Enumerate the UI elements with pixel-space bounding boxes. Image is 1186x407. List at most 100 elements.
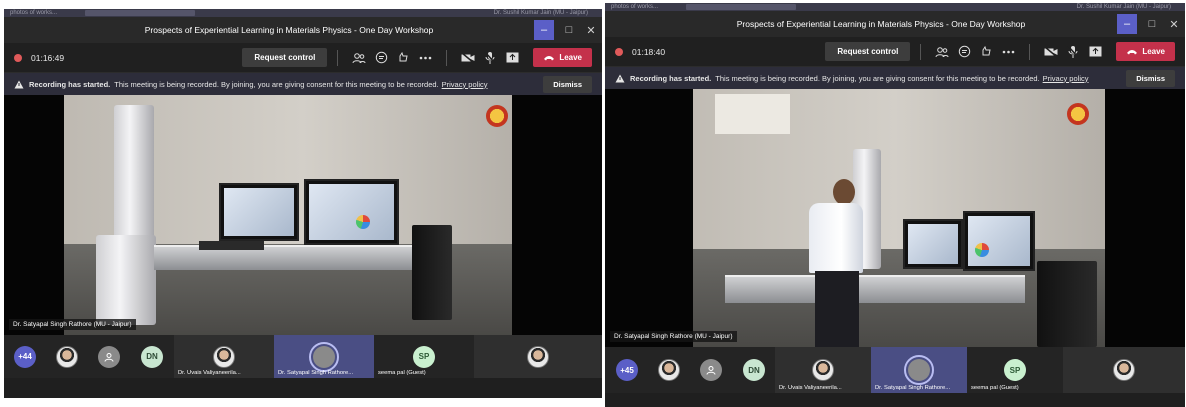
more-options-icon[interactable]: [997, 50, 1019, 54]
request-control-button[interactable]: Request control: [825, 42, 911, 61]
mic-off-icon[interactable]: [1062, 45, 1084, 58]
monitor-right: [963, 211, 1035, 271]
people-icon[interactable]: [348, 52, 370, 64]
avatar: [700, 359, 722, 381]
avatar: [658, 359, 680, 381]
camera-off-icon[interactable]: [1040, 46, 1062, 57]
warning-icon: [615, 74, 625, 82]
computer-tower: [412, 225, 452, 320]
participant-count-tile[interactable]: +44: [4, 335, 46, 378]
speaking-ring: [904, 355, 934, 385]
monitor-left: [903, 219, 963, 269]
leave-label: Leave: [1142, 47, 1165, 56]
chat-icon[interactable]: [953, 45, 975, 58]
os-tab[interactable]: photos of works...: [10, 10, 57, 16]
maximize-button[interactable]: □: [558, 17, 580, 43]
phone-hangup-icon: [544, 55, 555, 60]
participant-name: Dr. Satyapal Singh Rathore...: [875, 385, 951, 391]
avatar-initials: SP: [413, 345, 435, 368]
presenter-shirt: [809, 203, 863, 273]
video-right-black: [1105, 89, 1185, 347]
reactions-icon[interactable]: [392, 51, 414, 64]
avatar: [908, 359, 930, 381]
meeting-title: Prospects of Experiential Learning in Ma…: [144, 25, 434, 35]
people-icon[interactable]: [931, 46, 953, 58]
avatar: [56, 345, 78, 368]
minimize-button[interactable]: –: [534, 20, 554, 40]
presenter-head: [833, 179, 855, 205]
warning-icon: [14, 80, 24, 88]
participant-roster: +45 DN Dr. Uvais Valiyaneerila... Dr. Sa…: [605, 347, 1185, 393]
participant-tile[interactable]: Dr. Uvais Valiyaneerila...: [775, 347, 871, 393]
participant-name: Dr. Uvais Valiyaneerila...: [779, 385, 842, 391]
participant-name: Dr. Uvais Valiyaneerila...: [178, 370, 241, 376]
share-screen-icon[interactable]: [1084, 46, 1106, 57]
meeting-timer: 01:16:49: [31, 52, 65, 63]
participant-tile[interactable]: [88, 335, 130, 378]
avatar-initials: SP: [1004, 359, 1026, 381]
dismiss-button[interactable]: Dismiss: [1126, 69, 1175, 87]
participant-count: +44: [14, 345, 36, 368]
participant-name: seema pal (Guest): [971, 385, 1019, 391]
reactions-icon[interactable]: [975, 45, 997, 58]
avatar-initials: DN: [141, 345, 163, 368]
maximize-button[interactable]: □: [1141, 11, 1163, 37]
mic-off-icon[interactable]: [479, 51, 501, 64]
avatar: [527, 345, 549, 368]
privacy-policy-link[interactable]: Privacy policy: [442, 80, 488, 89]
participant-tile[interactable]: [474, 335, 602, 378]
os-tab[interactable]: photos of works...: [611, 4, 658, 10]
wall-poster: [715, 94, 790, 134]
recording-banner: Recording has started. This meeting is b…: [4, 73, 602, 95]
participant-tile-active[interactable]: Dr. Satyapal Singh Rathore...: [871, 347, 967, 393]
participant-tile[interactable]: DN: [130, 335, 174, 378]
banner-title: Recording has started.: [630, 73, 712, 83]
avatar: [213, 345, 235, 368]
privacy-policy-link[interactable]: Privacy policy: [1043, 74, 1089, 83]
minimize-button[interactable]: –: [1117, 14, 1137, 34]
teams-window-left: photos of works... Dr. Sushil Kumar Jain…: [4, 9, 602, 398]
participant-tile[interactable]: SP seema pal (Guest): [967, 347, 1063, 393]
video-left-black: [4, 95, 64, 335]
participant-count-tile[interactable]: +45: [605, 347, 649, 393]
os-taskbar-strip: photos of works... Dr. Sushil Kumar Jain…: [4, 9, 602, 17]
monitor-left: [219, 183, 299, 241]
lab-counter: [154, 245, 434, 270]
close-button[interactable]: ✕: [1163, 11, 1185, 37]
participant-tile-active[interactable]: Dr. Satyapal Singh Rathore...: [274, 335, 374, 378]
participant-tile[interactable]: DN: [733, 347, 775, 393]
avatar: [98, 345, 120, 368]
video-stage: Dr. Satyapal Singh Rathore (MU - Jaipur)…: [605, 89, 1185, 393]
share-screen-icon[interactable]: [501, 52, 523, 63]
os-search-box[interactable]: [85, 10, 196, 16]
meeting-controls: 01:16:49 Request control Leave: [4, 43, 602, 73]
leave-label: Leave: [559, 53, 582, 62]
leave-button[interactable]: Leave: [533, 48, 592, 67]
banner-title: Recording has started.: [29, 79, 111, 89]
dismiss-button[interactable]: Dismiss: [543, 75, 592, 93]
leave-button[interactable]: Leave: [1116, 42, 1175, 61]
monitor-right: [304, 179, 399, 245]
camera-off-icon[interactable]: [457, 52, 479, 63]
divider: [920, 43, 922, 60]
speaker-video: Dr. Satyapal Singh Rathore (MU - Jaipur): [4, 95, 602, 335]
chat-icon[interactable]: [370, 51, 392, 64]
request-control-button[interactable]: Request control: [242, 48, 328, 67]
avatar: [313, 345, 335, 368]
speaker-name-tag: Dr. Satyapal Singh Rathore (MU - Jaipur): [610, 331, 737, 342]
monitor-pie-chart: [356, 215, 370, 229]
recording-indicator-icon: [615, 47, 623, 56]
participant-tile[interactable]: [689, 347, 733, 393]
close-button[interactable]: ✕: [580, 17, 602, 43]
divider: [1029, 43, 1031, 60]
speaker-video: Dr. Satyapal Singh Rathore (MU - Jaipur): [605, 89, 1185, 347]
os-search-box[interactable]: [686, 4, 797, 10]
participant-tile[interactable]: [1063, 347, 1185, 393]
more-options-icon[interactable]: [414, 56, 436, 60]
participant-tile[interactable]: SP seema pal (Guest): [374, 335, 474, 378]
university-logo: [486, 105, 508, 127]
title-bar: Prospects of Experiential Learning in Ma…: [4, 17, 602, 43]
participant-tile[interactable]: [46, 335, 88, 378]
participant-tile[interactable]: [649, 347, 689, 393]
participant-tile[interactable]: Dr. Uvais Valiyaneerila...: [174, 335, 274, 378]
